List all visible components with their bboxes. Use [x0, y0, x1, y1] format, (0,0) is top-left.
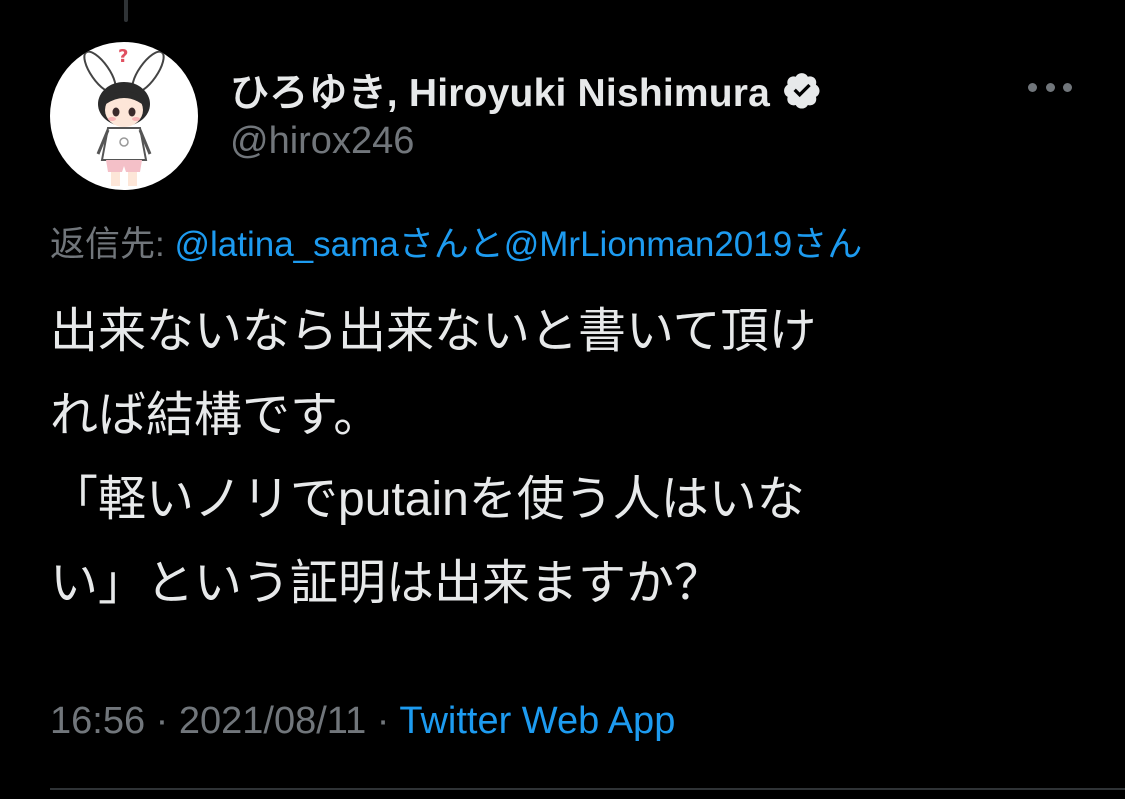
more-dot: [1063, 82, 1072, 92]
thread-connector-line: [124, 0, 128, 22]
svg-text:?: ?: [118, 46, 128, 67]
mention-latina-sama[interactable]: @latina_sama: [174, 225, 398, 264]
author-name-row[interactable]: ひろゆき, Hiroyuki Nishimura: [230, 64, 822, 116]
tweet-metadata: 16:56 · 2021/08/11 · Twitter Web App: [50, 700, 675, 743]
tweet-text-line: 出来ないなら出来ないと書いて頂け: [50, 305, 817, 358]
replying-to-line: 返信先: @latina_samaさんと@MrLionman2019さん: [50, 216, 862, 267]
mention-suffix[interactable]: さん: [792, 225, 862, 264]
avatar[interactable]: ?: [50, 42, 198, 190]
tweet-text: 出来ないなら出来ないと書いて頂け れば結構です。 「軽いノリでputainを使う…: [50, 290, 1090, 626]
meta-separator: ·: [366, 700, 400, 742]
more-dot: [1028, 82, 1037, 92]
mention-mrlionman2019[interactable]: @MrLionman2019: [504, 225, 792, 264]
mention-joiner[interactable]: さんと: [399, 225, 504, 264]
more-dot: [1045, 82, 1055, 92]
tweet-text-line: れば結構です。: [50, 389, 382, 442]
tweet-text-line: 「軽いノリでputainを使う人はいな: [50, 473, 805, 526]
verified-badge-icon: [784, 73, 820, 109]
tweet-time[interactable]: 16:56: [50, 700, 145, 742]
author-handle[interactable]: @hirox246: [230, 120, 414, 163]
divider: [50, 788, 1125, 790]
replying-to-prefix: 返信先:: [50, 225, 175, 264]
more-options-icon[interactable]: [1028, 72, 1072, 102]
tweet-date[interactable]: 2021/08/11: [179, 700, 366, 742]
author-display-name[interactable]: ひろゆき, Hiroyuki Nishimura: [230, 62, 770, 118]
tweet-text-line: い」という証明は出来ますか？: [50, 557, 723, 610]
tweet-source-link[interactable]: Twitter Web App: [399, 700, 675, 742]
bunny-ear-character-avatar-icon: ?: [83, 46, 165, 186]
meta-separator: ·: [145, 700, 179, 742]
